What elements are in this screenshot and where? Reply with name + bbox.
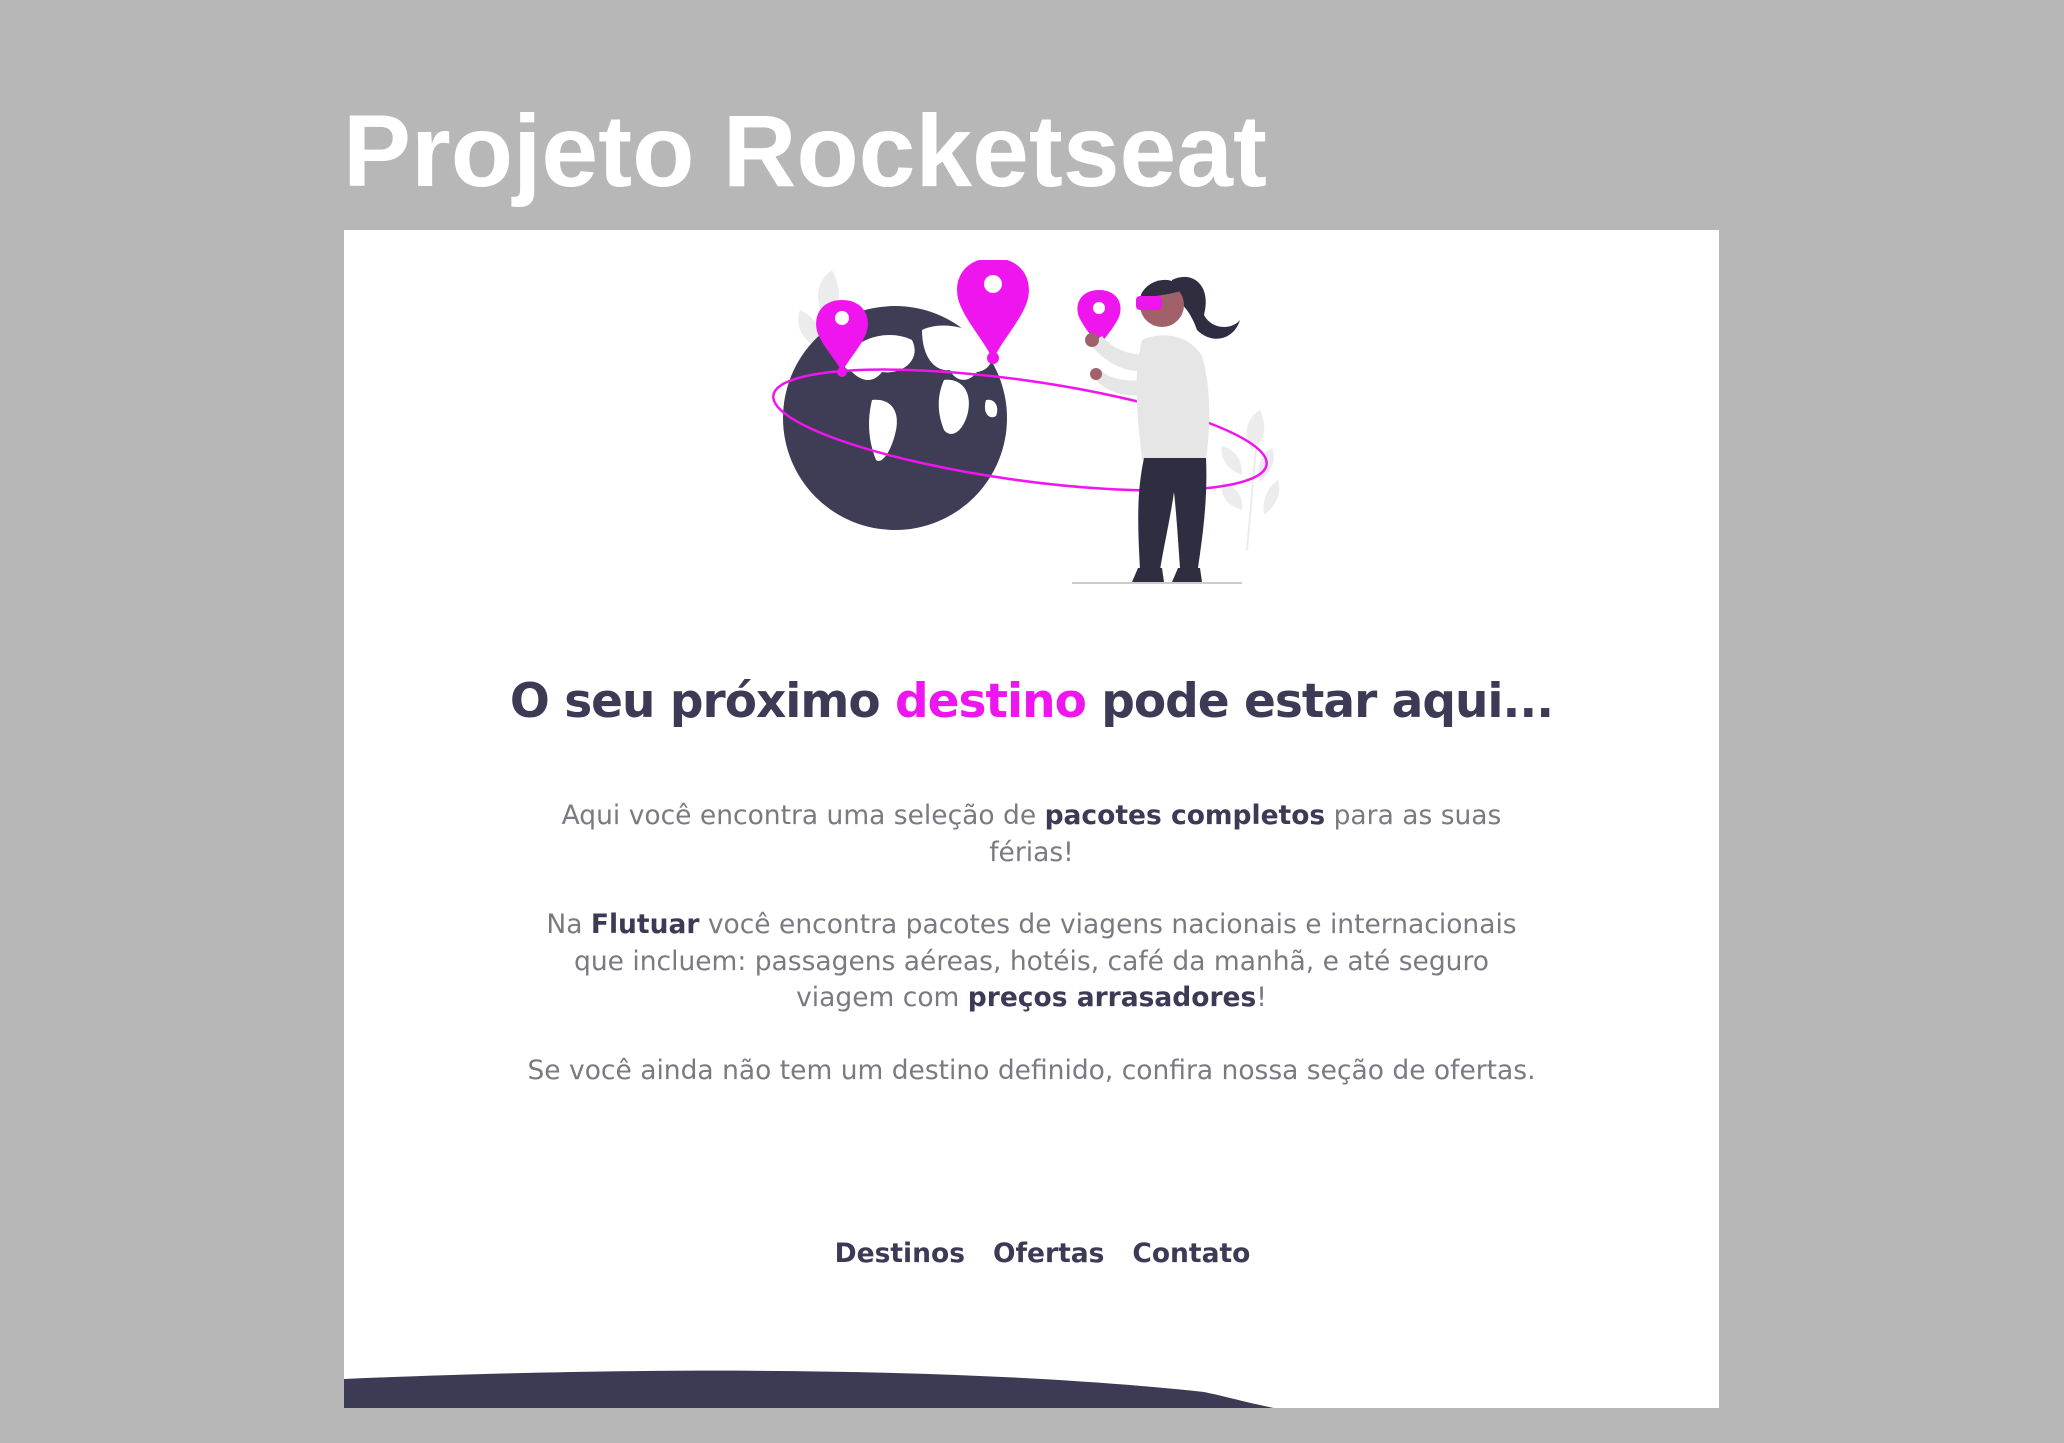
p2-text: Na xyxy=(546,909,591,940)
hero-headline: O seu próximo destino pode estar aqui... xyxy=(344,674,1719,729)
website-page: O seu próximo destino pode estar aqui...… xyxy=(344,230,1719,1408)
main-menu: Destinos Ofertas Contato xyxy=(344,1238,1719,1269)
paragraph-3: Se você ainda não tem um destino definid… xyxy=(527,1054,1536,1086)
brand-name: Flutuar xyxy=(590,909,700,940)
p2-bold-prices: preços arrasadores xyxy=(967,982,1257,1013)
page-title: Projeto Rocketseat xyxy=(343,94,1267,208)
headline-suffix: pode estar aqui... xyxy=(1085,674,1554,729)
footer-wave xyxy=(344,1358,1719,1408)
menu-item-contato[interactable]: Contato xyxy=(1132,1238,1250,1269)
p1-bold: pacotes completos xyxy=(1044,800,1326,831)
paragraph-1: Aqui você encontra uma seleção de pacote… xyxy=(524,798,1539,871)
intro-copy: Aqui você encontra uma seleção de pacote… xyxy=(524,798,1539,1125)
paragraph-2: Na Flutuar você encontra pacotes de viag… xyxy=(524,907,1539,1017)
headline-prefix: O seu próximo xyxy=(509,674,896,729)
travel-globe-woman-illustration xyxy=(772,260,1392,848)
menu-item-destinos[interactable]: Destinos xyxy=(835,1238,965,1269)
menu-item-ofertas[interactable]: Ofertas xyxy=(993,1238,1104,1269)
headline-accent: destino xyxy=(895,674,1087,729)
p1-text: Aqui você encontra uma seleção de xyxy=(561,800,1045,831)
p2-text-end: ! xyxy=(1256,982,1267,1013)
